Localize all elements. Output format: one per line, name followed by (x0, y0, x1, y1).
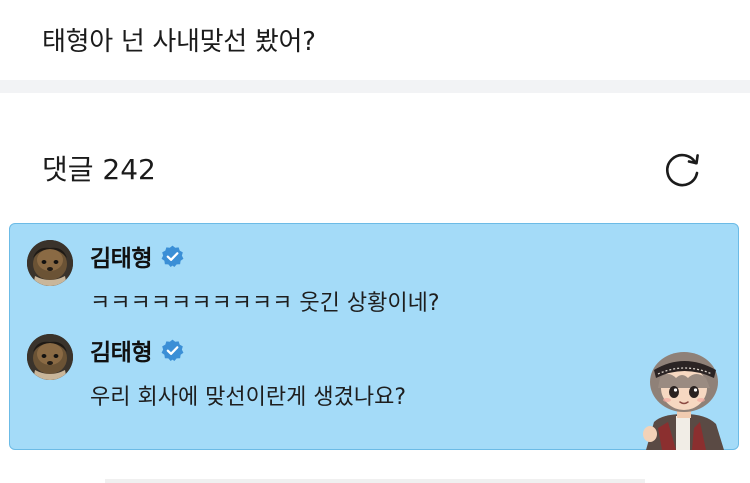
author-name[interactable]: 김태형 (90, 333, 152, 367)
avatar[interactable] (27, 334, 73, 380)
refresh-icon[interactable] (661, 149, 703, 191)
comment-text: 우리 회사에 맞선이란게 생겼나요? (90, 385, 407, 410)
section-divider (0, 80, 750, 93)
avatar[interactable] (27, 240, 73, 286)
post-title: 태형아 넌 사내맞선 봤어? (42, 27, 316, 57)
verified-badge-icon (161, 339, 184, 361)
verified-badge-icon (161, 245, 184, 267)
bottom-divider (105, 479, 645, 483)
highlighted-comment-card: 김태형 ㅋㅋㅋㅋㅋㅋㅋㅋㅋㅋ 웃긴 상황이네? 김태형 우리 회사에 맞선이란게… (9, 223, 739, 450)
comments-header: 댓글 242 (0, 93, 750, 218)
author-row: 김태형 (90, 332, 185, 368)
comments-count-label: 댓글 242 (42, 153, 156, 186)
character-sticker (643, 352, 724, 450)
author-row: 김태형 (90, 238, 185, 274)
comment-text: ㅋㅋㅋㅋㅋㅋㅋㅋㅋㅋ 웃긴 상황이네? (90, 291, 440, 316)
author-name[interactable]: 김태형 (90, 239, 152, 273)
